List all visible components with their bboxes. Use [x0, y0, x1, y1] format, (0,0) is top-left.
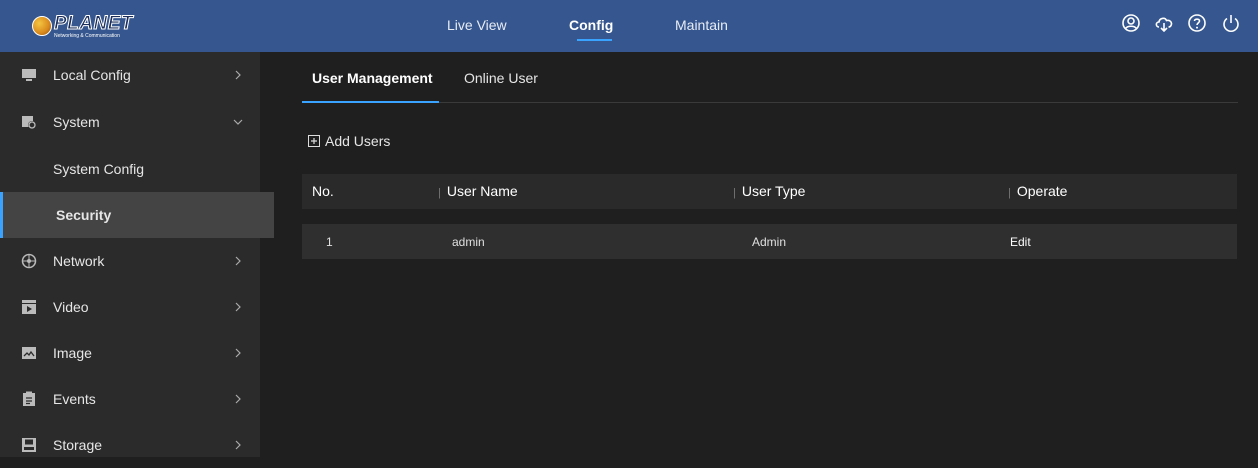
top-header: PLANET Networking & Communication Live V… — [0, 0, 1258, 52]
sidebar-subitem-system-config[interactable]: System Config — [0, 146, 274, 192]
tab-user-management[interactable]: User Management — [312, 70, 433, 86]
sidebar-item-storage[interactable]: Storage — [0, 422, 260, 468]
sidebar-item-label: Image — [53, 345, 92, 361]
chevron-right-icon — [235, 256, 241, 266]
chevron-right-icon — [235, 394, 241, 404]
nav-config[interactable]: Config — [569, 17, 613, 33]
tab-active-underline — [302, 101, 439, 103]
chevron-right-icon — [235, 70, 241, 80]
cell-user-type: Admin — [752, 235, 787, 249]
sidebar-item-image[interactable]: Image — [0, 330, 260, 376]
chevron-right-icon — [235, 348, 241, 358]
sidebar-item-label: Video — [53, 299, 89, 315]
add-users-button[interactable]: Add Users — [308, 133, 390, 149]
sidebar-item-label: Events — [53, 391, 96, 407]
main-content: User Management Online User Add Users No… — [274, 52, 1258, 457]
column-header-operate: | Operate — [1008, 183, 1068, 199]
tab-online-user[interactable]: Online User — [464, 70, 538, 86]
cell-no: 1 — [326, 235, 333, 249]
sidebar-subitem-security[interactable]: Security — [0, 192, 274, 238]
edit-user-link[interactable]: Edit — [1010, 235, 1031, 249]
sidebar: Local Config System System Config Securi… — [0, 52, 274, 457]
sidebar-item-events[interactable]: Events — [0, 376, 260, 422]
sidebar-item-label: System — [53, 114, 100, 130]
add-users-label: Add Users — [325, 133, 391, 149]
column-header-no: No. — [312, 183, 334, 199]
chevron-down-icon — [233, 119, 243, 125]
column-header-user-type: | User Type — [733, 183, 806, 199]
selected-indicator — [0, 192, 3, 238]
sidebar-item-label: Local Config — [53, 67, 131, 83]
table-header: No. | User Name | User Type | Operate — [302, 174, 1237, 209]
nav-active-underline — [577, 39, 612, 41]
column-header-user-name: | User Name — [438, 183, 518, 199]
user-icon[interactable] — [1120, 12, 1142, 34]
help-icon[interactable] — [1186, 12, 1208, 34]
network-icon — [21, 253, 37, 269]
tab-bar: User Management Online User — [302, 52, 1238, 103]
chevron-right-icon — [235, 302, 241, 312]
sidebar-subitem-label: Security — [56, 207, 112, 223]
sidebar-item-local-config[interactable]: Local Config — [0, 52, 260, 98]
sidebar-item-system[interactable]: System — [0, 99, 260, 145]
sidebar-item-video[interactable]: Video — [0, 284, 260, 330]
power-icon[interactable] — [1220, 12, 1242, 34]
sidebar-subitem-label: System Config — [53, 161, 145, 177]
sidebar-item-label: Network — [53, 253, 105, 269]
monitor-icon — [22, 69, 36, 81]
nav-live-view[interactable]: Live View — [447, 17, 507, 33]
sidebar-item-network[interactable]: Network — [0, 238, 260, 284]
storage-icon — [22, 438, 36, 452]
planet-logo[interactable]: PLANET Networking & Communication — [32, 9, 133, 43]
image-icon — [22, 347, 36, 359]
logo-wordmark: PLANET — [54, 12, 134, 34]
planet-globe-icon — [32, 16, 52, 36]
users-table: No. | User Name | User Type | Operate 1 adm… — [302, 174, 1237, 259]
system-icon — [22, 116, 36, 129]
cloud-download-icon[interactable] — [1153, 12, 1175, 34]
logo-tagline: Networking & Communication — [54, 32, 120, 39]
table-row: 1 admin Admin Edit — [302, 224, 1237, 259]
cell-user-name: admin — [452, 235, 485, 249]
nav-maintain[interactable]: Maintain — [675, 17, 728, 33]
events-icon — [23, 391, 35, 406]
chevron-right-icon — [235, 440, 241, 450]
sidebar-item-label: Storage — [53, 437, 103, 453]
video-icon — [22, 300, 36, 314]
add-box-icon — [308, 135, 320, 147]
